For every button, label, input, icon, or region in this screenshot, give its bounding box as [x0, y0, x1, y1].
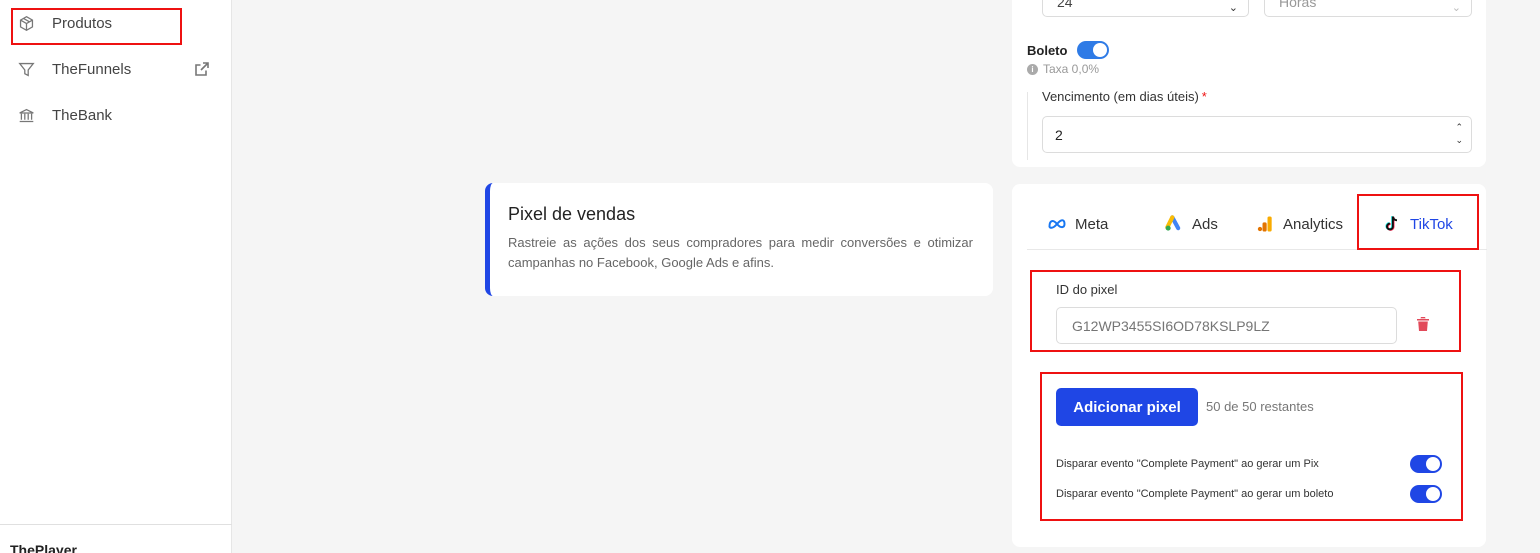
tab-label: Ads [1192, 215, 1218, 233]
sidebar-footer: ThePlayer [0, 524, 232, 553]
external-link-icon[interactable] [195, 62, 209, 76]
tab-label: Meta [1075, 215, 1109, 233]
section-description: Rastreie as ações dos seus compradores p… [508, 235, 973, 270]
boleto-row: Boleto [1027, 41, 1110, 59]
bank-icon [19, 108, 34, 122]
divider [1027, 92, 1028, 160]
tab-label: Analytics [1283, 215, 1344, 233]
tiktok-icon [1385, 216, 1398, 231]
chevron-down-icon: ⌄ [1451, 2, 1461, 14]
sidebar-item-thefunnels[interactable]: TheFunnels [18, 54, 131, 84]
event-label: Disparar evento "Complete Payment" ao ge… [1056, 458, 1319, 470]
sidebar-item-label: TheBank [52, 106, 113, 124]
unit-select-value: Horas [1279, 0, 1317, 10]
add-pixel-button[interactable]: Adicionar pixel [1056, 388, 1198, 426]
boleto-toggle[interactable] [1077, 41, 1110, 59]
vencimento-input[interactable]: 2 ⌃ ⌄ [1042, 116, 1472, 153]
taxa-info: i Taxa 0,0% [1027, 62, 1099, 76]
stepper-icon[interactable]: ⌃ ⌄ [1455, 121, 1463, 147]
chevron-down-icon: ⌄ [1228, 2, 1238, 14]
tab-meta[interactable]: Meta [1047, 198, 1108, 250]
event-toggle-pix[interactable] [1410, 455, 1442, 473]
payment-settings-card: 24 ⌄ Horas ⌄ Boleto i Taxa 0,0% Vencimen… [1012, 0, 1486, 167]
sidebar-item-produtos[interactable]: Produtos [18, 8, 112, 38]
sidebar-footer-label: ThePlayer [10, 542, 77, 553]
duration-select[interactable]: 24 ⌄ [1042, 0, 1249, 17]
taxa-text: Taxa 0,0% [1043, 62, 1100, 76]
event-row-boleto: Disparar evento "Complete Payment" ao ge… [1056, 484, 1442, 504]
sidebar: Produtos TheFunnels TheBank ThePlayer [0, 0, 232, 553]
pixel-id-input[interactable] [1056, 307, 1397, 344]
tab-analytics[interactable]: Analytics [1255, 198, 1343, 250]
event-toggle-boleto[interactable] [1410, 485, 1442, 503]
pixel-info-card: Pixel de vendas Rastreie as ações dos se… [485, 183, 993, 296]
sidebar-item-label: TheFunnels [52, 60, 132, 78]
analytics-icon [1257, 216, 1272, 232]
vencimento-label-text: Vencimento (em dias úteis) [1042, 89, 1199, 104]
filter-icon [18, 62, 35, 76]
box-icon [19, 15, 34, 31]
tab-tiktok[interactable]: TikTok [1382, 198, 1453, 250]
section-title: Pixel de vendas [508, 204, 636, 224]
meta-icon [1048, 219, 1066, 229]
pixel-card: Meta Ads Analytics TikTok ID do pixel Ad… [1012, 184, 1487, 547]
boleto-label: Boleto [1027, 42, 1068, 58]
google-ads-icon [1165, 215, 1181, 231]
pixel-id-label: ID do pixel [1056, 282, 1118, 297]
unit-select[interactable]: Horas ⌄ [1264, 0, 1472, 17]
sidebar-item-thebank[interactable]: TheBank [18, 100, 112, 130]
required-mark: * [1201, 89, 1207, 104]
vencimento-value: 2 [1055, 127, 1063, 143]
trash-icon[interactable] [1416, 316, 1430, 332]
pixel-remaining-count: 50 de 50 restantes [1206, 399, 1314, 414]
vencimento-label: Vencimento (em dias úteis) * [1042, 89, 1207, 104]
tab-ads[interactable]: Ads [1164, 198, 1218, 250]
pixel-tabs: Meta Ads Analytics TikTok [1027, 198, 1487, 250]
event-row-pix: Disparar evento "Complete Payment" ao ge… [1056, 454, 1442, 474]
sidebar-item-label: Produtos [52, 14, 113, 32]
event-label: Disparar evento "Complete Payment" ao ge… [1056, 488, 1334, 500]
tab-label: TikTok [1410, 215, 1453, 233]
info-icon: i [1027, 63, 1038, 75]
duration-select-value: 24 [1057, 0, 1073, 10]
